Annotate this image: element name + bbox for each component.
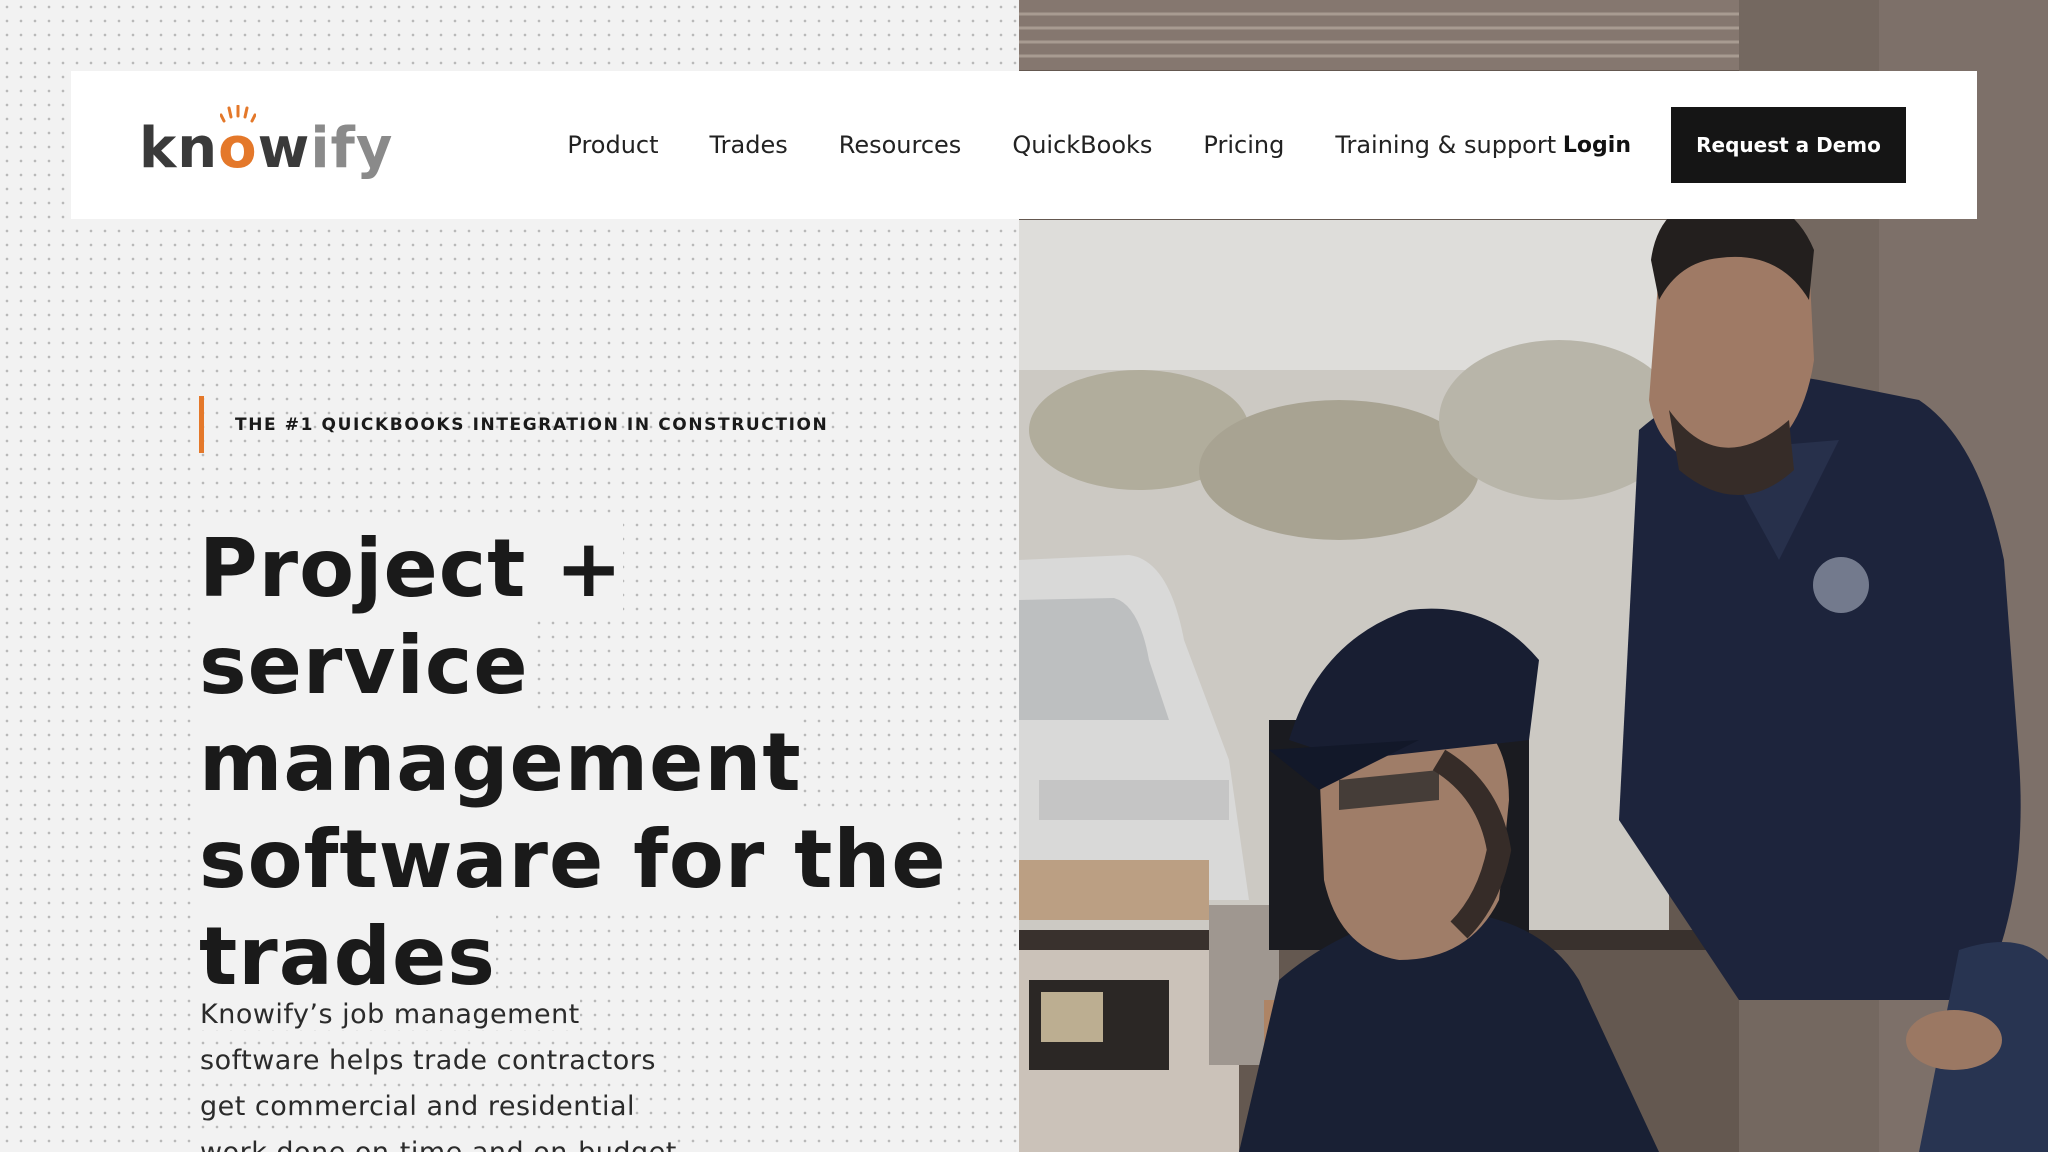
nav-actions: Login Request a Demo [1563, 107, 1906, 183]
nav-link-resources[interactable]: Resources [839, 131, 962, 159]
knowify-logo[interactable]: kn o w ify [139, 105, 394, 181]
eyebrow-text: THE #1 QUICKBOOKS INTEGRATION IN CONSTRU… [235, 414, 829, 435]
nav-link-trades[interactable]: Trades [710, 131, 788, 159]
logo-text-ify: ify [310, 116, 394, 181]
request-demo-button[interactable]: Request a Demo [1671, 107, 1906, 183]
nav-link-pricing[interactable]: Pricing [1203, 131, 1284, 159]
sunburst-icon [220, 105, 257, 123]
login-link[interactable]: Login [1563, 133, 1631, 158]
top-navigation: kn o w ify Product Trades Resources Quic… [71, 71, 1977, 219]
logo-text-o: o [218, 105, 257, 177]
nav-link-training-support[interactable]: Training & support [1335, 131, 1556, 159]
subcopy-text: Knowify’s job management software helps … [200, 999, 677, 1152]
nav-link-quickbooks[interactable]: QuickBooks [1012, 131, 1152, 159]
nav-link-product[interactable]: Product [567, 131, 658, 159]
main-menu: Product Trades Resources QuickBooks Pric… [567, 131, 1556, 159]
hero-subcopy: Knowify’s job management software helps … [200, 992, 700, 1152]
hero-headline: Project + service management software fo… [199, 520, 959, 1005]
headline-text: Project + service management software fo… [199, 522, 947, 1003]
logo-text-w: w [257, 116, 311, 181]
logo-text-kn: kn [139, 116, 219, 181]
hero-eyebrow: THE #1 QUICKBOOKS INTEGRATION IN CONSTRU… [199, 396, 828, 453]
